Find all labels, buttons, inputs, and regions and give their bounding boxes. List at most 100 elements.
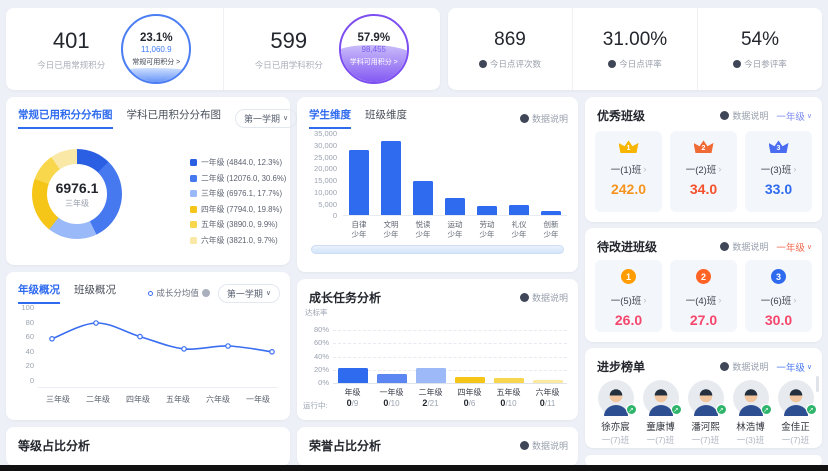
chevron-down-icon: ∨ bbox=[807, 363, 812, 371]
data-note[interactable]: 数据说明 bbox=[720, 240, 768, 253]
panel-title: 进步榜单 bbox=[597, 358, 645, 375]
term-dropdown[interactable]: 第一学期∨ bbox=[218, 284, 280, 303]
student-item[interactable]: ↗潘河熙一(7)班 bbox=[683, 380, 728, 446]
tab-常规已用积分分布图[interactable]: 常规已用积分分布图 bbox=[18, 107, 113, 129]
dim-xlabels: 自律 少年文明 少年悦读 少年运动 少年劳动 少年礼仪 少年创新 少年 bbox=[343, 220, 567, 240]
student-item[interactable]: ↗金佳正一(7)班 bbox=[773, 380, 818, 446]
grade-dropdown[interactable]: 一年级∨ bbox=[776, 360, 812, 374]
gauge-link[interactable]: 学科可用积分 > bbox=[350, 57, 398, 67]
growth-bar[interactable] bbox=[455, 377, 485, 383]
growth-runs: 0/90/102/210/60/100/11 bbox=[333, 398, 567, 408]
growth-bar[interactable] bbox=[533, 380, 563, 383]
gauge-percent: 57.9% bbox=[357, 32, 390, 44]
x-axis-label: 四年级 bbox=[450, 387, 489, 398]
data-note-icon bbox=[720, 362, 729, 371]
x-axis-label: 年级 bbox=[333, 387, 372, 398]
student-bar[interactable] bbox=[445, 198, 465, 215]
legend-item: 二年级 (12076.0, 30.6%) bbox=[190, 173, 286, 184]
data-note[interactable]: 数据说明 bbox=[720, 109, 768, 122]
student-name: 徐亦宸 bbox=[601, 419, 630, 433]
student-item[interactable]: ↗童康博一(7)班 bbox=[638, 380, 683, 446]
x-axis-label: 四年级 bbox=[118, 394, 158, 405]
gauge-text: 57.9% 98,455 学科可用积分 > bbox=[341, 16, 407, 82]
student-bar[interactable] bbox=[413, 181, 433, 215]
x-axis-label: 五年级 bbox=[158, 394, 198, 405]
rank-badge: 1 bbox=[621, 269, 636, 284]
x-axis-label: 劳动 少年 bbox=[471, 220, 503, 240]
y-axis-tick: 30,000 bbox=[314, 142, 337, 150]
running-count: 2/21 bbox=[411, 398, 450, 408]
running-count: 0/11 bbox=[528, 398, 567, 408]
chevron-down-icon: ∨ bbox=[807, 243, 812, 251]
grade-overview-panel: 年级概况班级概况 成长分均值 第一学期∨ 100806040200 三年级二年级… bbox=[6, 272, 290, 420]
stat-review-rate: 31.00% 今日点评率 bbox=[572, 8, 697, 90]
tab-学科已用积分分布图[interactable]: 学科已用积分分布图 bbox=[127, 107, 222, 129]
student-bar[interactable] bbox=[477, 206, 497, 215]
participation-rate-value: 54% bbox=[741, 29, 779, 51]
subject-points-gauge[interactable]: 57.9% 98,455 学科可用积分 > bbox=[339, 14, 409, 84]
y-axis-tick: 100 bbox=[21, 304, 34, 312]
student-bar[interactable] bbox=[509, 205, 529, 215]
class-name[interactable]: 一(4)班› bbox=[686, 293, 722, 307]
grade-dropdown[interactable]: 一年级∨ bbox=[776, 240, 812, 254]
rank-number: 1 bbox=[619, 144, 639, 153]
excellent-class-card[interactable]: 3一(3)班›33.0 bbox=[745, 131, 812, 212]
data-note-label: 数据说明 bbox=[532, 112, 568, 125]
regular-points-label: 今日已用常规积分 bbox=[37, 59, 105, 71]
class-score: 27.0 bbox=[690, 312, 717, 328]
stat-regular-points: 401 今日已用常规积分 23.1% 11,060.9 常规可用积分 > bbox=[6, 8, 223, 90]
excellent-class-card[interactable]: 1一(1)班›242.0 bbox=[595, 131, 662, 212]
tab-班级维度[interactable]: 班级维度 bbox=[365, 107, 407, 129]
bar-slot bbox=[450, 317, 489, 383]
data-note-icon bbox=[720, 111, 729, 120]
data-note[interactable]: 数据说明 bbox=[520, 112, 568, 125]
student-bar[interactable] bbox=[541, 211, 561, 215]
student-item[interactable]: ↗徐亦宸一(7)班 bbox=[593, 380, 638, 446]
class-name[interactable]: 一(6)班› bbox=[761, 293, 797, 307]
student-item[interactable]: ↗林浩博一(3)班 bbox=[728, 380, 773, 446]
grade-line-svg bbox=[38, 304, 278, 388]
term-dropdown[interactable]: 第一学期∨ bbox=[235, 109, 297, 128]
class-score: 34.0 bbox=[690, 181, 717, 197]
chevron-right-icon: › bbox=[718, 164, 721, 174]
data-note[interactable]: 数据说明 bbox=[520, 291, 568, 304]
growth-bar[interactable] bbox=[494, 378, 524, 383]
growth-bar[interactable] bbox=[416, 368, 446, 383]
student-bar[interactable] bbox=[349, 150, 369, 215]
dimension-tabs: 学生维度班级维度 bbox=[309, 107, 421, 129]
grade-dropdown[interactable]: 一年级∨ bbox=[776, 109, 812, 123]
grade-line-plot[interactable] bbox=[38, 304, 278, 388]
tab-学生维度[interactable]: 学生维度 bbox=[309, 107, 351, 129]
legend-label: 三年级 (6976.1, 17.7%) bbox=[201, 188, 282, 199]
y-axis-tick: 20,000 bbox=[314, 165, 337, 173]
legend-item: 六年级 (3821.0, 9.7%) bbox=[190, 235, 286, 246]
crown-icon: 1 bbox=[619, 140, 639, 153]
crown-icon: 3 bbox=[769, 140, 789, 153]
student-bar[interactable] bbox=[381, 141, 401, 215]
data-note[interactable]: 数据说明 bbox=[720, 360, 768, 373]
data-note[interactable]: 数据说明 bbox=[520, 439, 568, 452]
tab-班级概况[interactable]: 班级概况 bbox=[74, 282, 116, 304]
running-count: 0/6 bbox=[450, 398, 489, 408]
running-count: 0/10 bbox=[489, 398, 528, 408]
avatar: ↗ bbox=[643, 380, 679, 416]
chart-zoom-slider[interactable] bbox=[311, 245, 564, 254]
improve-class-card[interactable]: 1一(5)班›26.0 bbox=[595, 260, 662, 332]
crown-icon: 2 bbox=[694, 140, 714, 153]
growth-bar[interactable] bbox=[377, 374, 407, 383]
legend-item: 四年级 (7794.0, 19.8%) bbox=[190, 204, 286, 215]
y-axis-tick: 0 bbox=[30, 377, 34, 385]
excellent-class-card[interactable]: 2 一(2)班› 34.0 bbox=[670, 131, 737, 212]
donut-chart[interactable]: 6976.1 三年级 bbox=[32, 149, 122, 239]
class-name[interactable]: 一(2)班› bbox=[686, 162, 722, 176]
gauge-link[interactable]: 常规可用积分 > bbox=[132, 57, 180, 67]
tab-年级概况[interactable]: 年级概况 bbox=[18, 282, 60, 304]
class-name[interactable]: 一(3)班› bbox=[761, 162, 797, 176]
improve-class-card[interactable]: 2一(4)班›27.0 bbox=[670, 260, 737, 332]
class-name[interactable]: 一(1)班› bbox=[611, 162, 647, 176]
improve-class-card[interactable]: 3一(6)班›30.0 bbox=[745, 260, 812, 332]
growth-bar[interactable] bbox=[338, 368, 368, 383]
regular-points-gauge[interactable]: 23.1% 11,060.9 常规可用积分 > bbox=[121, 14, 191, 84]
y-axis-tick: 80 bbox=[26, 319, 34, 327]
class-name[interactable]: 一(5)班› bbox=[611, 293, 647, 307]
